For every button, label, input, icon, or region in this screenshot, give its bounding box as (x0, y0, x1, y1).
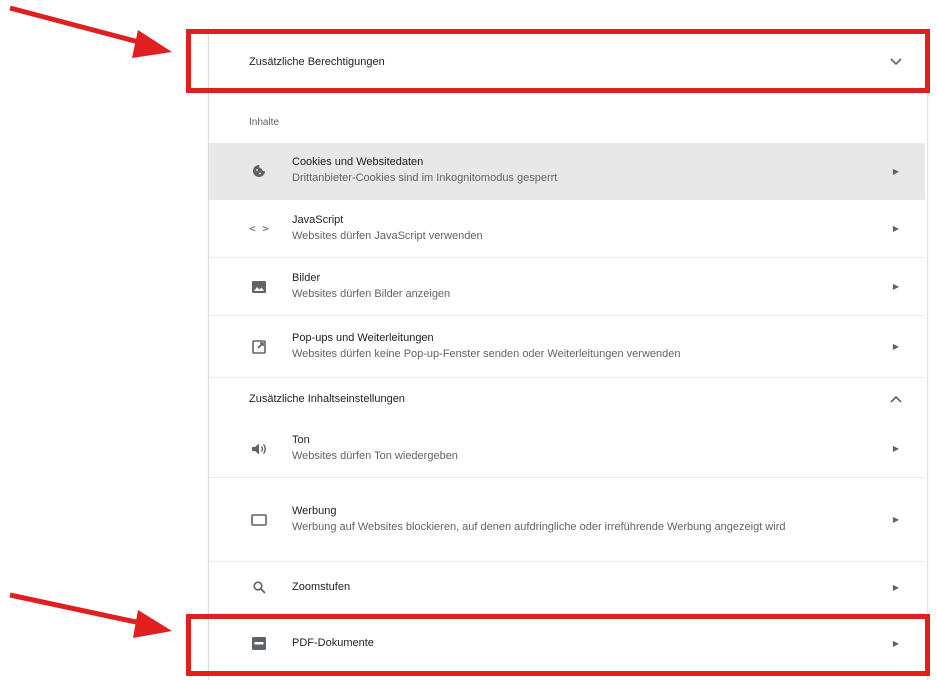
additional-content-settings-header[interactable]: Zusätzliche Inhaltseinstellungen (209, 378, 925, 420)
settings-item-cookies[interactable]: Cookies und Websitedaten Drittanbieter-C… (209, 143, 925, 200)
popup-icon (249, 337, 269, 357)
item-title: Bilder (292, 271, 321, 284)
arrow-right-icon: ▶ (892, 515, 899, 524)
chevron-up-icon[interactable] (889, 392, 903, 406)
arrow-right-icon: ▶ (892, 342, 899, 351)
section-label-inhalte: Inhalte (249, 117, 280, 128)
arrow-right-icon: ▶ (892, 166, 899, 176)
additional-content-settings-label: Zusätzliche Inhaltseinstellungen (249, 393, 405, 405)
code-icon: < > (249, 222, 269, 235)
item-title: Pop-ups und Weiterleitungen (292, 331, 434, 344)
item-subtitle: Websites dürfen Ton wiedergeben (292, 449, 458, 462)
red-arrow-bottom (9, 592, 172, 638)
item-subtitle: Drittanbieter-Cookies sind im Inkognitom… (292, 172, 558, 184)
red-arrow-top (9, 5, 172, 58)
item-title: Zoomstufen (292, 581, 351, 593)
settings-item-ton[interactable]: Ton Websites dürfen Ton wiedergeben ▶ (209, 420, 925, 478)
settings-item-javascript[interactable]: < > JavaScript Websites dürfen JavaScrip… (209, 200, 925, 258)
image-icon (249, 277, 269, 297)
item-subtitle: Websites dürfen JavaScript verwenden (292, 229, 483, 242)
settings-item-werbung[interactable]: Werbung Werbung auf Websites blockieren,… (209, 478, 925, 562)
settings-item-bilder[interactable]: Bilder Websites dürfen Bilder anzeigen ▶ (209, 258, 925, 316)
settings-item-popups[interactable]: Pop-ups und Weiterleitungen Websites dür… (209, 316, 925, 378)
arrow-right-icon: ▶ (892, 583, 899, 592)
item-title: Cookies und Websitedaten (292, 156, 424, 168)
item-subtitle: Werbung auf Websites blockieren, auf den… (292, 520, 786, 533)
arrow-right-icon: ▶ (892, 224, 899, 233)
highlight-box-bottom (186, 614, 930, 676)
item-subtitle: Websites dürfen Bilder anzeigen (292, 287, 451, 300)
item-title: Ton (292, 433, 310, 446)
item-title: JavaScript (292, 213, 344, 226)
item-subtitle: Websites dürfen keine Pop-up-Fenster sen… (292, 347, 681, 360)
cookie-icon (249, 161, 269, 181)
ads-icon (249, 510, 269, 530)
settings-item-zoomstufen[interactable]: Zoomstufen ▶ (209, 562, 925, 614)
arrow-right-icon: ▶ (892, 444, 899, 453)
highlight-box-top (186, 29, 930, 93)
arrow-right-icon: ▶ (892, 282, 899, 291)
speaker-icon (249, 439, 269, 459)
search-icon (249, 578, 269, 598)
item-title: Werbung (292, 504, 337, 517)
